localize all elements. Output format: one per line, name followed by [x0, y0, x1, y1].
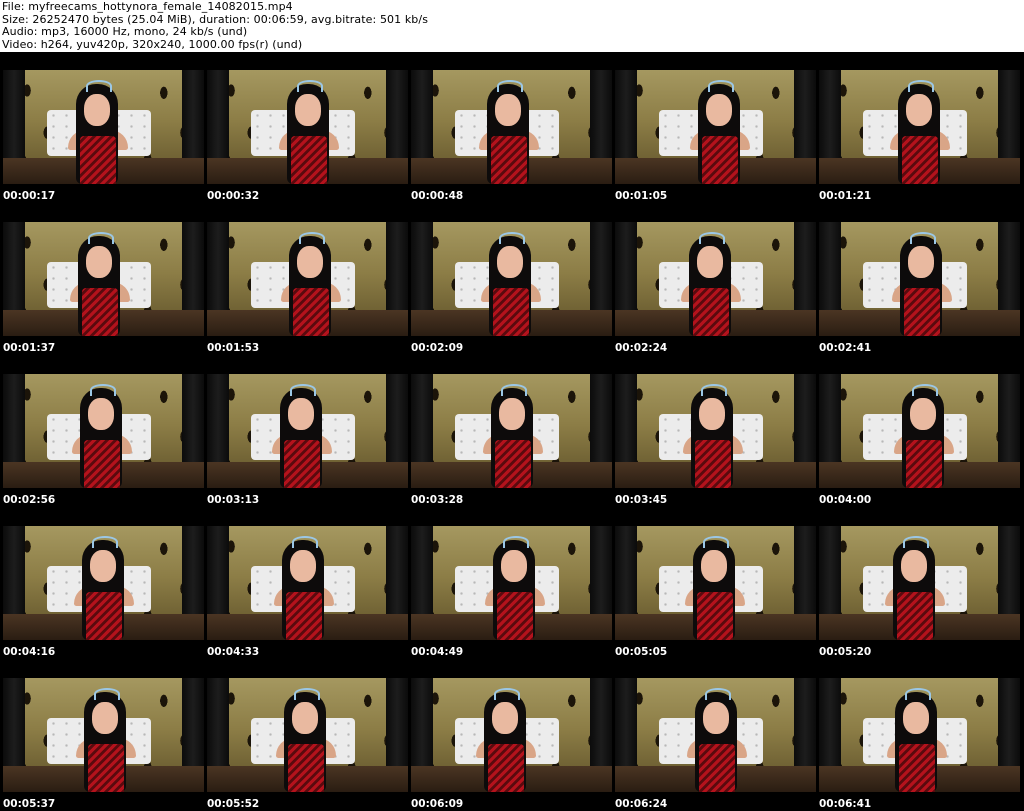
thumbnail-grid: 00:00:17 00:00:32 00:00:48 00:01:05 00:01:21… [0, 52, 1024, 811]
video-frame-thumbnail [3, 526, 204, 640]
video-frame-thumbnail [207, 222, 408, 336]
timestamp-label: 00:02:56 [3, 494, 56, 506]
timestamp-label: 00:04:00 [819, 494, 872, 506]
video-frame-thumbnail [207, 678, 408, 792]
video-frame-thumbnail [615, 70, 816, 184]
video-frame-thumbnail [615, 374, 816, 488]
thumbnail-cell: 00:01:53 [204, 204, 408, 355]
thumbnail-cell: 00:04:49 [408, 508, 612, 659]
thumbnail-cell: 00:00:17 [0, 52, 204, 203]
thumbnail-cell: 00:02:09 [408, 204, 612, 355]
thumbnail-cell: 00:00:32 [204, 52, 408, 203]
thumbnail-cell: 00:04:16 [0, 508, 204, 659]
thumbnail-cell: 00:05:05 [612, 508, 816, 659]
timestamp-label: 00:02:24 [615, 342, 668, 354]
video-frame-thumbnail [819, 678, 1020, 792]
thumbnail-cell: 00:06:09 [408, 660, 612, 811]
video-info: Video: h264, yuv420p, 320x240, 1000.00 f… [2, 37, 303, 51]
thumbnail-cell: 00:06:24 [612, 660, 816, 811]
video-frame-thumbnail [3, 374, 204, 488]
video-frame-thumbnail [615, 678, 816, 792]
video-frame-thumbnail [207, 374, 408, 488]
timestamp-label: 00:01:37 [3, 342, 56, 354]
video-frame-thumbnail [3, 678, 204, 792]
timestamp-label: 00:01:53 [207, 342, 260, 354]
thumbnail-cell: 00:02:41 [816, 204, 1020, 355]
video-frame-thumbnail [411, 678, 612, 792]
thumbnail-cell: 00:01:05 [612, 52, 816, 203]
thumbnail-cell: 00:06:41 [816, 660, 1020, 811]
timestamp-label: 00:05:52 [207, 798, 260, 810]
thumbnail-cell: 00:03:45 [612, 356, 816, 507]
timestamp-label: 00:01:05 [615, 190, 668, 202]
thumbnail-cell: 00:05:37 [0, 660, 204, 811]
timestamp-label: 00:04:33 [207, 646, 260, 658]
video-frame-thumbnail [411, 222, 612, 336]
timestamp-label: 00:00:48 [411, 190, 464, 202]
timestamp-label: 00:05:05 [615, 646, 668, 658]
thumbnail-cell: 00:03:13 [204, 356, 408, 507]
thumbnail-cell: 00:04:33 [204, 508, 408, 659]
video-frame-thumbnail [819, 70, 1020, 184]
timestamp-label: 00:01:21 [819, 190, 872, 202]
timestamp-label: 00:06:41 [819, 798, 872, 810]
timestamp-label: 00:06:24 [615, 798, 668, 810]
thumbnail-cell: 00:03:28 [408, 356, 612, 507]
timestamp-label: 00:03:45 [615, 494, 668, 506]
timestamp-label: 00:06:09 [411, 798, 464, 810]
video-frame-thumbnail [3, 70, 204, 184]
timestamp-label: 00:02:09 [411, 342, 464, 354]
audio-info: Audio: mp3, 16000 Hz, mono, 24 kb/s (und… [2, 25, 248, 38]
video-frame-thumbnail [411, 70, 612, 184]
timestamp-label: 00:04:16 [3, 646, 56, 658]
timestamp-label: 00:05:20 [819, 646, 872, 658]
video-frame-thumbnail [615, 526, 816, 640]
thumbnail-cell: 00:01:37 [0, 204, 204, 355]
timestamp-label: 00:03:28 [411, 494, 464, 506]
video-frame-thumbnail [819, 374, 1020, 488]
thumbnail-cell: 00:02:56 [0, 356, 204, 507]
timestamp-label: 00:04:49 [411, 646, 464, 658]
timestamp-label: 00:00:32 [207, 190, 260, 202]
video-frame-thumbnail [411, 526, 612, 640]
file-name: File: myfreecams_hottynora_female_140820… [2, 0, 293, 13]
info-header: File: myfreecams_hottynora_female_140820… [0, 0, 1024, 52]
timestamp-label: 00:00:17 [3, 190, 56, 202]
thumbnail-cell: 00:00:48 [408, 52, 612, 203]
timestamp-label: 00:05:37 [3, 798, 56, 810]
thumbnail-cell: 00:02:24 [612, 204, 816, 355]
video-frame-thumbnail [819, 526, 1020, 640]
video-frame-thumbnail [819, 222, 1020, 336]
timestamp-label: 00:02:41 [819, 342, 872, 354]
video-frame-thumbnail [3, 222, 204, 336]
video-frame-thumbnail [615, 222, 816, 336]
timestamp-label: 00:03:13 [207, 494, 260, 506]
thumbnail-cell: 00:05:52 [204, 660, 408, 811]
thumbnail-cell: 00:01:21 [816, 52, 1020, 203]
thumbnail-cell: 00:04:00 [816, 356, 1020, 507]
video-frame-thumbnail [411, 374, 612, 488]
video-frame-thumbnail [207, 526, 408, 640]
video-frame-thumbnail [207, 70, 408, 184]
thumbnail-cell: 00:05:20 [816, 508, 1020, 659]
